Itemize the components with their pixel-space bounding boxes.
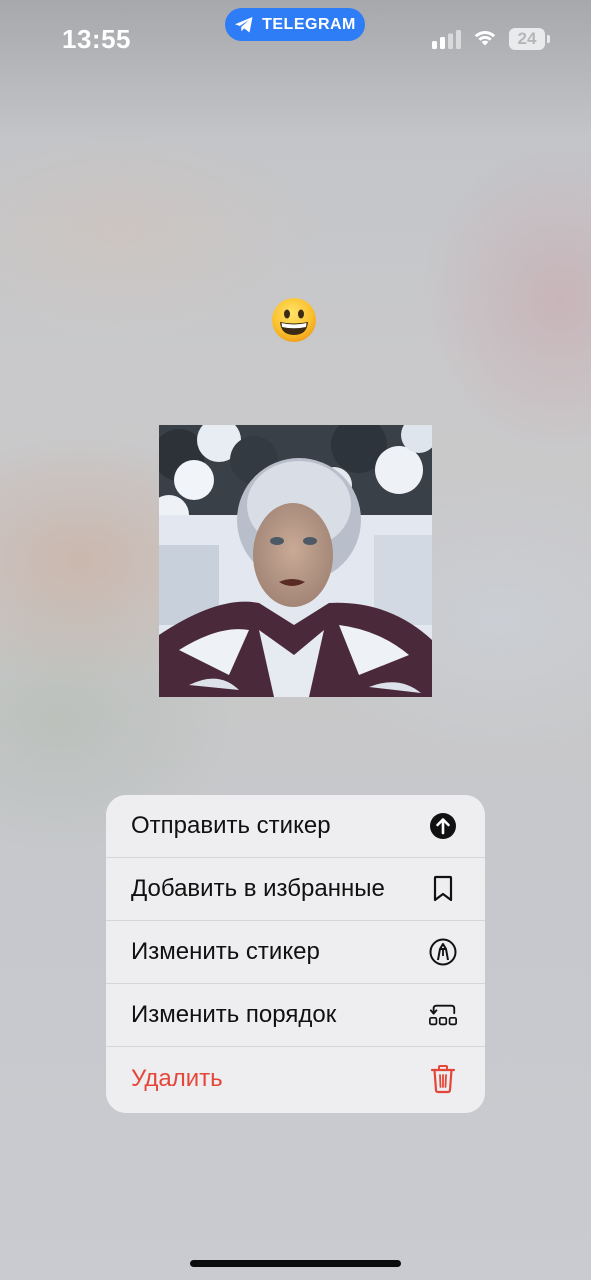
wifi-icon [472,28,498,53]
menu-item-label: Удалить [131,1065,223,1092]
menu-item-delete[interactable]: Удалить [106,1047,485,1111]
telegram-plane-icon [234,16,254,34]
menu-item-label: Отправить стикер [131,812,331,839]
home-indicator[interactable] [190,1260,401,1267]
sticker-context-menu: Отправить стикер Добавить в избранные Из… [106,795,485,1113]
battery-tip [547,35,550,43]
telegram-pill[interactable]: TELEGRAM [225,8,365,41]
trash-icon [428,1064,458,1094]
reorder-icon [428,1000,458,1030]
sticker-image[interactable] [159,425,432,697]
bookmark-icon [428,874,458,904]
menu-item-reorder[interactable]: Изменить порядок [106,984,485,1047]
cellular-signal-icon [432,30,462,50]
menu-item-label: Изменить порядок [131,1001,337,1028]
telegram-pill-label: TELEGRAM [262,15,356,33]
send-arrow-up-icon [428,811,458,841]
menu-item-label: Изменить стикер [131,938,320,965]
battery-icon: 24 [509,28,545,50]
grinning-face-emoji-icon[interactable] [270,296,318,349]
menu-item-send-sticker[interactable]: Отправить стикер [106,795,485,858]
menu-item-label: Добавить в избранные [131,875,385,902]
pen-circle-icon [428,937,458,967]
menu-item-edit-sticker[interactable]: Изменить стикер [106,921,485,984]
menu-item-add-favorites[interactable]: Добавить в избранные [106,858,485,921]
status-time: 13:55 [62,24,131,54]
battery-level: 24 [517,29,537,48]
